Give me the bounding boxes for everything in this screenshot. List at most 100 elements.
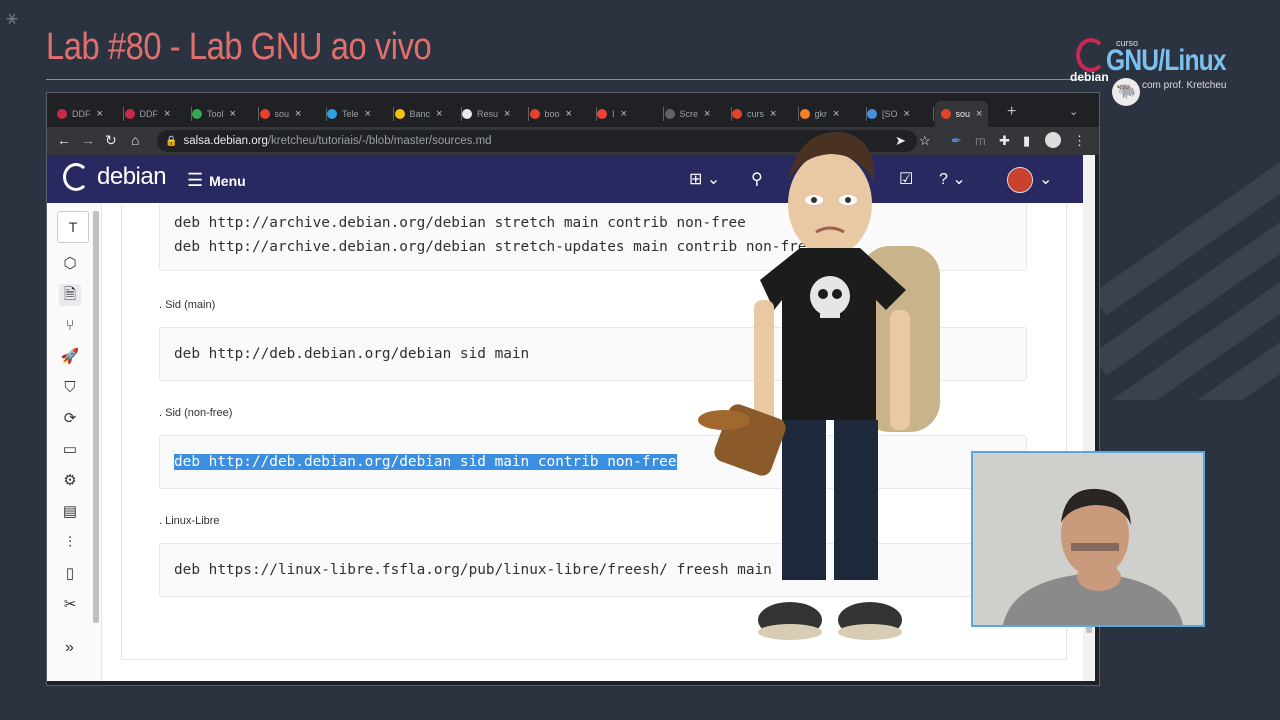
menu-button[interactable]: ☰ Menu	[187, 170, 246, 191]
profile-icon[interactable]	[1045, 132, 1061, 148]
selected-code-line: deb http://deb.debian.org/debian sid mai…	[174, 454, 677, 470]
deployments-icon[interactable]: ⟳	[59, 408, 81, 430]
tab-close-icon[interactable]: ×	[295, 108, 301, 120]
shield-icon[interactable]: ⛉	[59, 377, 81, 399]
browser-tab[interactable]: Tool ×	[192, 101, 236, 127]
tab-close-icon[interactable]: ×	[230, 108, 236, 120]
debian-swirl-icon	[1076, 38, 1106, 72]
tab-favicon-icon	[192, 109, 202, 119]
tab-label: Tool	[207, 109, 224, 119]
browser-tab[interactable]: sou ×	[259, 101, 301, 127]
heading-sid-nonfree: . Sid (non-free)	[159, 407, 233, 419]
debian-logo-text: debian	[97, 163, 167, 190]
tab-favicon-icon	[327, 109, 337, 119]
wiki-book-icon[interactable]: ▯	[59, 563, 81, 585]
tab-favicon-icon	[799, 109, 810, 119]
title-divider	[46, 79, 1090, 80]
presenter-video	[973, 453, 1203, 625]
heading-sid-main: . Sid (main)	[159, 299, 216, 311]
tab-close-icon[interactable]: ×	[504, 108, 510, 120]
tab-label: Resu	[477, 109, 499, 119]
character-figure-overlay	[698, 131, 940, 640]
tab-label: gkr	[814, 109, 828, 119]
browser-tab[interactable]: DDF ×	[124, 101, 170, 127]
gnu-head-icon: 🐃	[1112, 78, 1140, 106]
tab-close-icon[interactable]: ×	[164, 108, 170, 120]
decorative-stripes	[1090, 140, 1280, 400]
back-icon[interactable]: ←	[57, 132, 71, 148]
tab-label: Banc	[409, 109, 431, 119]
rocket-icon[interactable]: 🚀	[59, 346, 81, 368]
tab-search-icon[interactable]: ⌄	[1069, 105, 1078, 118]
tab-close-icon[interactable]: ×	[621, 108, 627, 120]
tab-favicon-icon	[940, 109, 951, 119]
browser-menu-icon[interactable]: ⋮	[1073, 133, 1086, 149]
tab-favicon-icon	[462, 109, 472, 119]
tab-close-icon[interactable]: ×	[365, 108, 371, 120]
tab-separator	[933, 107, 934, 121]
tab-label: sou	[955, 109, 971, 119]
menu-label: Menu	[209, 172, 246, 189]
slide-title: Lab #80 - Lab GNU ao vivo	[46, 26, 432, 68]
tab-label: boo	[544, 109, 560, 119]
analytics-icon[interactable]: ⫶	[59, 532, 81, 554]
extensions-puzzle-icon[interactable]: ✚	[999, 133, 1010, 149]
extension-m-icon[interactable]: m	[975, 133, 986, 148]
project-avatar[interactable]: T	[57, 211, 89, 243]
url-host: salsa.debian.org	[183, 135, 268, 147]
package-icon[interactable]: ▤	[59, 501, 81, 523]
sidebar-toggle-icon[interactable]: ▮	[1023, 133, 1030, 149]
tab-label: DDF	[139, 109, 159, 119]
tab-favicon-icon	[867, 109, 877, 119]
tab-label: sou	[274, 109, 290, 119]
tab-label: DDF	[72, 109, 91, 119]
tab-close-icon[interactable]: ×	[97, 108, 103, 120]
browser-tab[interactable]: DDF ×	[57, 101, 103, 127]
tab-close-icon[interactable]: ×	[770, 108, 776, 120]
tab-favicon-icon	[597, 109, 607, 119]
browser-tab[interactable]: Resu ×	[462, 101, 510, 127]
tab-close-icon[interactable]: ×	[976, 108, 982, 120]
repository-file-icon[interactable]: 🗎	[59, 284, 81, 306]
tab-label: Tele	[342, 109, 359, 119]
browser-tab[interactable]: Tele ×	[327, 101, 371, 127]
tab-close-icon[interactable]: ×	[904, 108, 910, 120]
corner-logo-icon: ⚹	[6, 7, 18, 29]
infrastructure-icon[interactable]: ⚙	[59, 470, 81, 492]
browser-tab[interactable]: I ×	[597, 101, 627, 127]
user-avatar[interactable]	[1007, 167, 1033, 193]
browser-tab[interactable]: boo ×	[529, 101, 572, 127]
heading-linux-libre: . Linux-Libre	[159, 515, 220, 527]
browser-tab[interactable]: Banc ×	[394, 101, 442, 127]
snippets-scissors-icon[interactable]: ✂	[59, 594, 81, 616]
tab-label: [SO	[882, 109, 898, 119]
debian-logo[interactable]: debian	[63, 163, 167, 191]
new-tab-button[interactable]: +	[1007, 103, 1016, 121]
brand-debian-text: debian	[1070, 70, 1109, 84]
tab-close-icon[interactable]: ×	[566, 108, 572, 120]
project-sidebar: T ⬡ 🗎 ⑂ 🚀 ⛉ ⟳ ▭ ⚙ ▤ ⫶ ▯ ✂ »	[47, 203, 102, 681]
sidebar-scrollbar[interactable]	[93, 211, 99, 623]
tab-favicon-icon	[664, 109, 675, 119]
avatar-chevron-down-icon[interactable]: ⌄	[1039, 169, 1052, 189]
tab-favicon-icon	[732, 109, 742, 119]
tab-close-icon[interactable]: ×	[436, 108, 442, 120]
tab-close-icon[interactable]: ×	[704, 108, 710, 120]
reload-icon[interactable]: ↻	[105, 132, 117, 149]
tab-close-icon[interactable]: ×	[833, 108, 839, 120]
hamburger-icon: ☰	[187, 170, 204, 190]
merge-request-icon[interactable]: ⑂	[59, 315, 81, 337]
webcam-overlay	[971, 451, 1205, 627]
brand-prof-text: com prof. Kretcheu	[1142, 80, 1227, 91]
debian-swirl-icon	[63, 163, 89, 191]
project-overview-icon[interactable]: ⬡	[59, 253, 81, 275]
tab-label: Scre	[679, 109, 699, 119]
expand-sidebar-icon[interactable]: »	[65, 639, 74, 657]
monitor-icon[interactable]: ▭	[59, 439, 81, 461]
tab-favicon-icon	[57, 109, 67, 119]
brand-gnulinux-text: GNU/Linux	[1106, 44, 1227, 77]
tab-favicon-icon	[529, 109, 540, 119]
forward-icon[interactable]: →	[81, 132, 95, 148]
home-icon[interactable]: ⌂	[131, 132, 139, 148]
tab-favicon-icon	[394, 109, 405, 119]
